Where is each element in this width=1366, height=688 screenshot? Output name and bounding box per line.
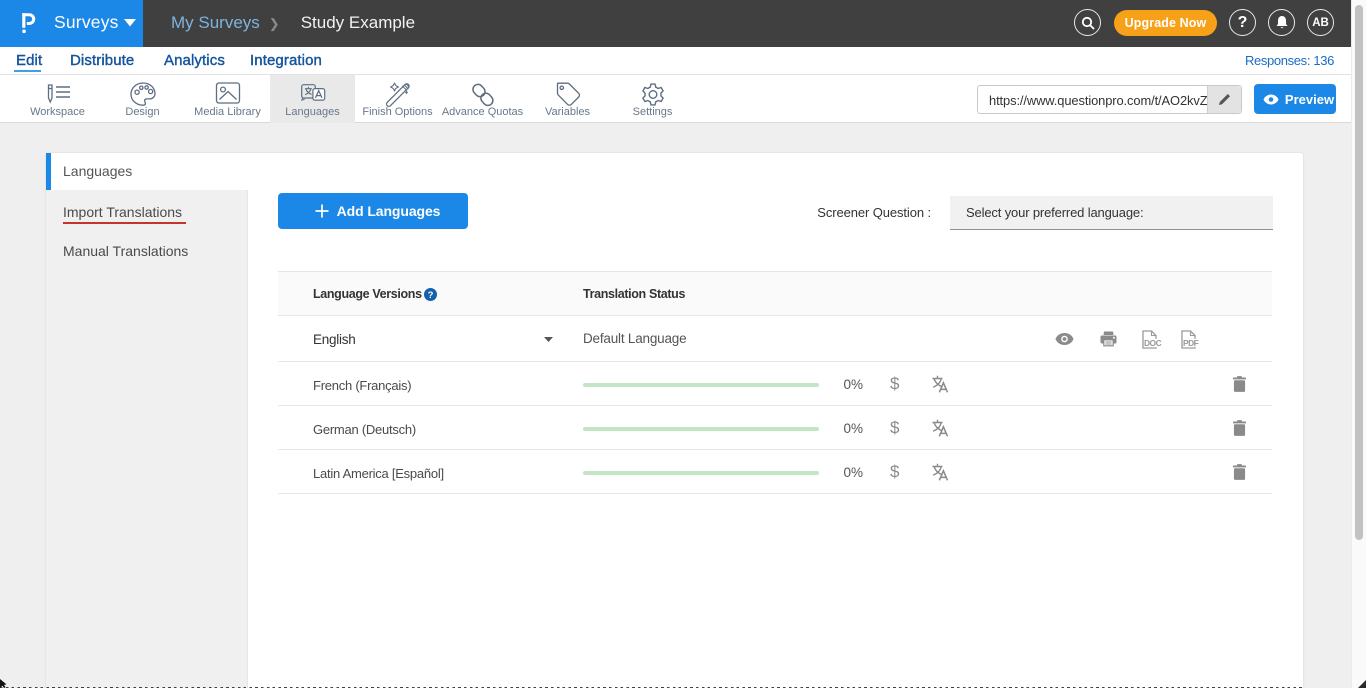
svg-text:PDF: PDF (1183, 338, 1199, 348)
svg-text:?: ? (428, 290, 434, 301)
svg-text:DOC: DOC (1144, 338, 1162, 348)
